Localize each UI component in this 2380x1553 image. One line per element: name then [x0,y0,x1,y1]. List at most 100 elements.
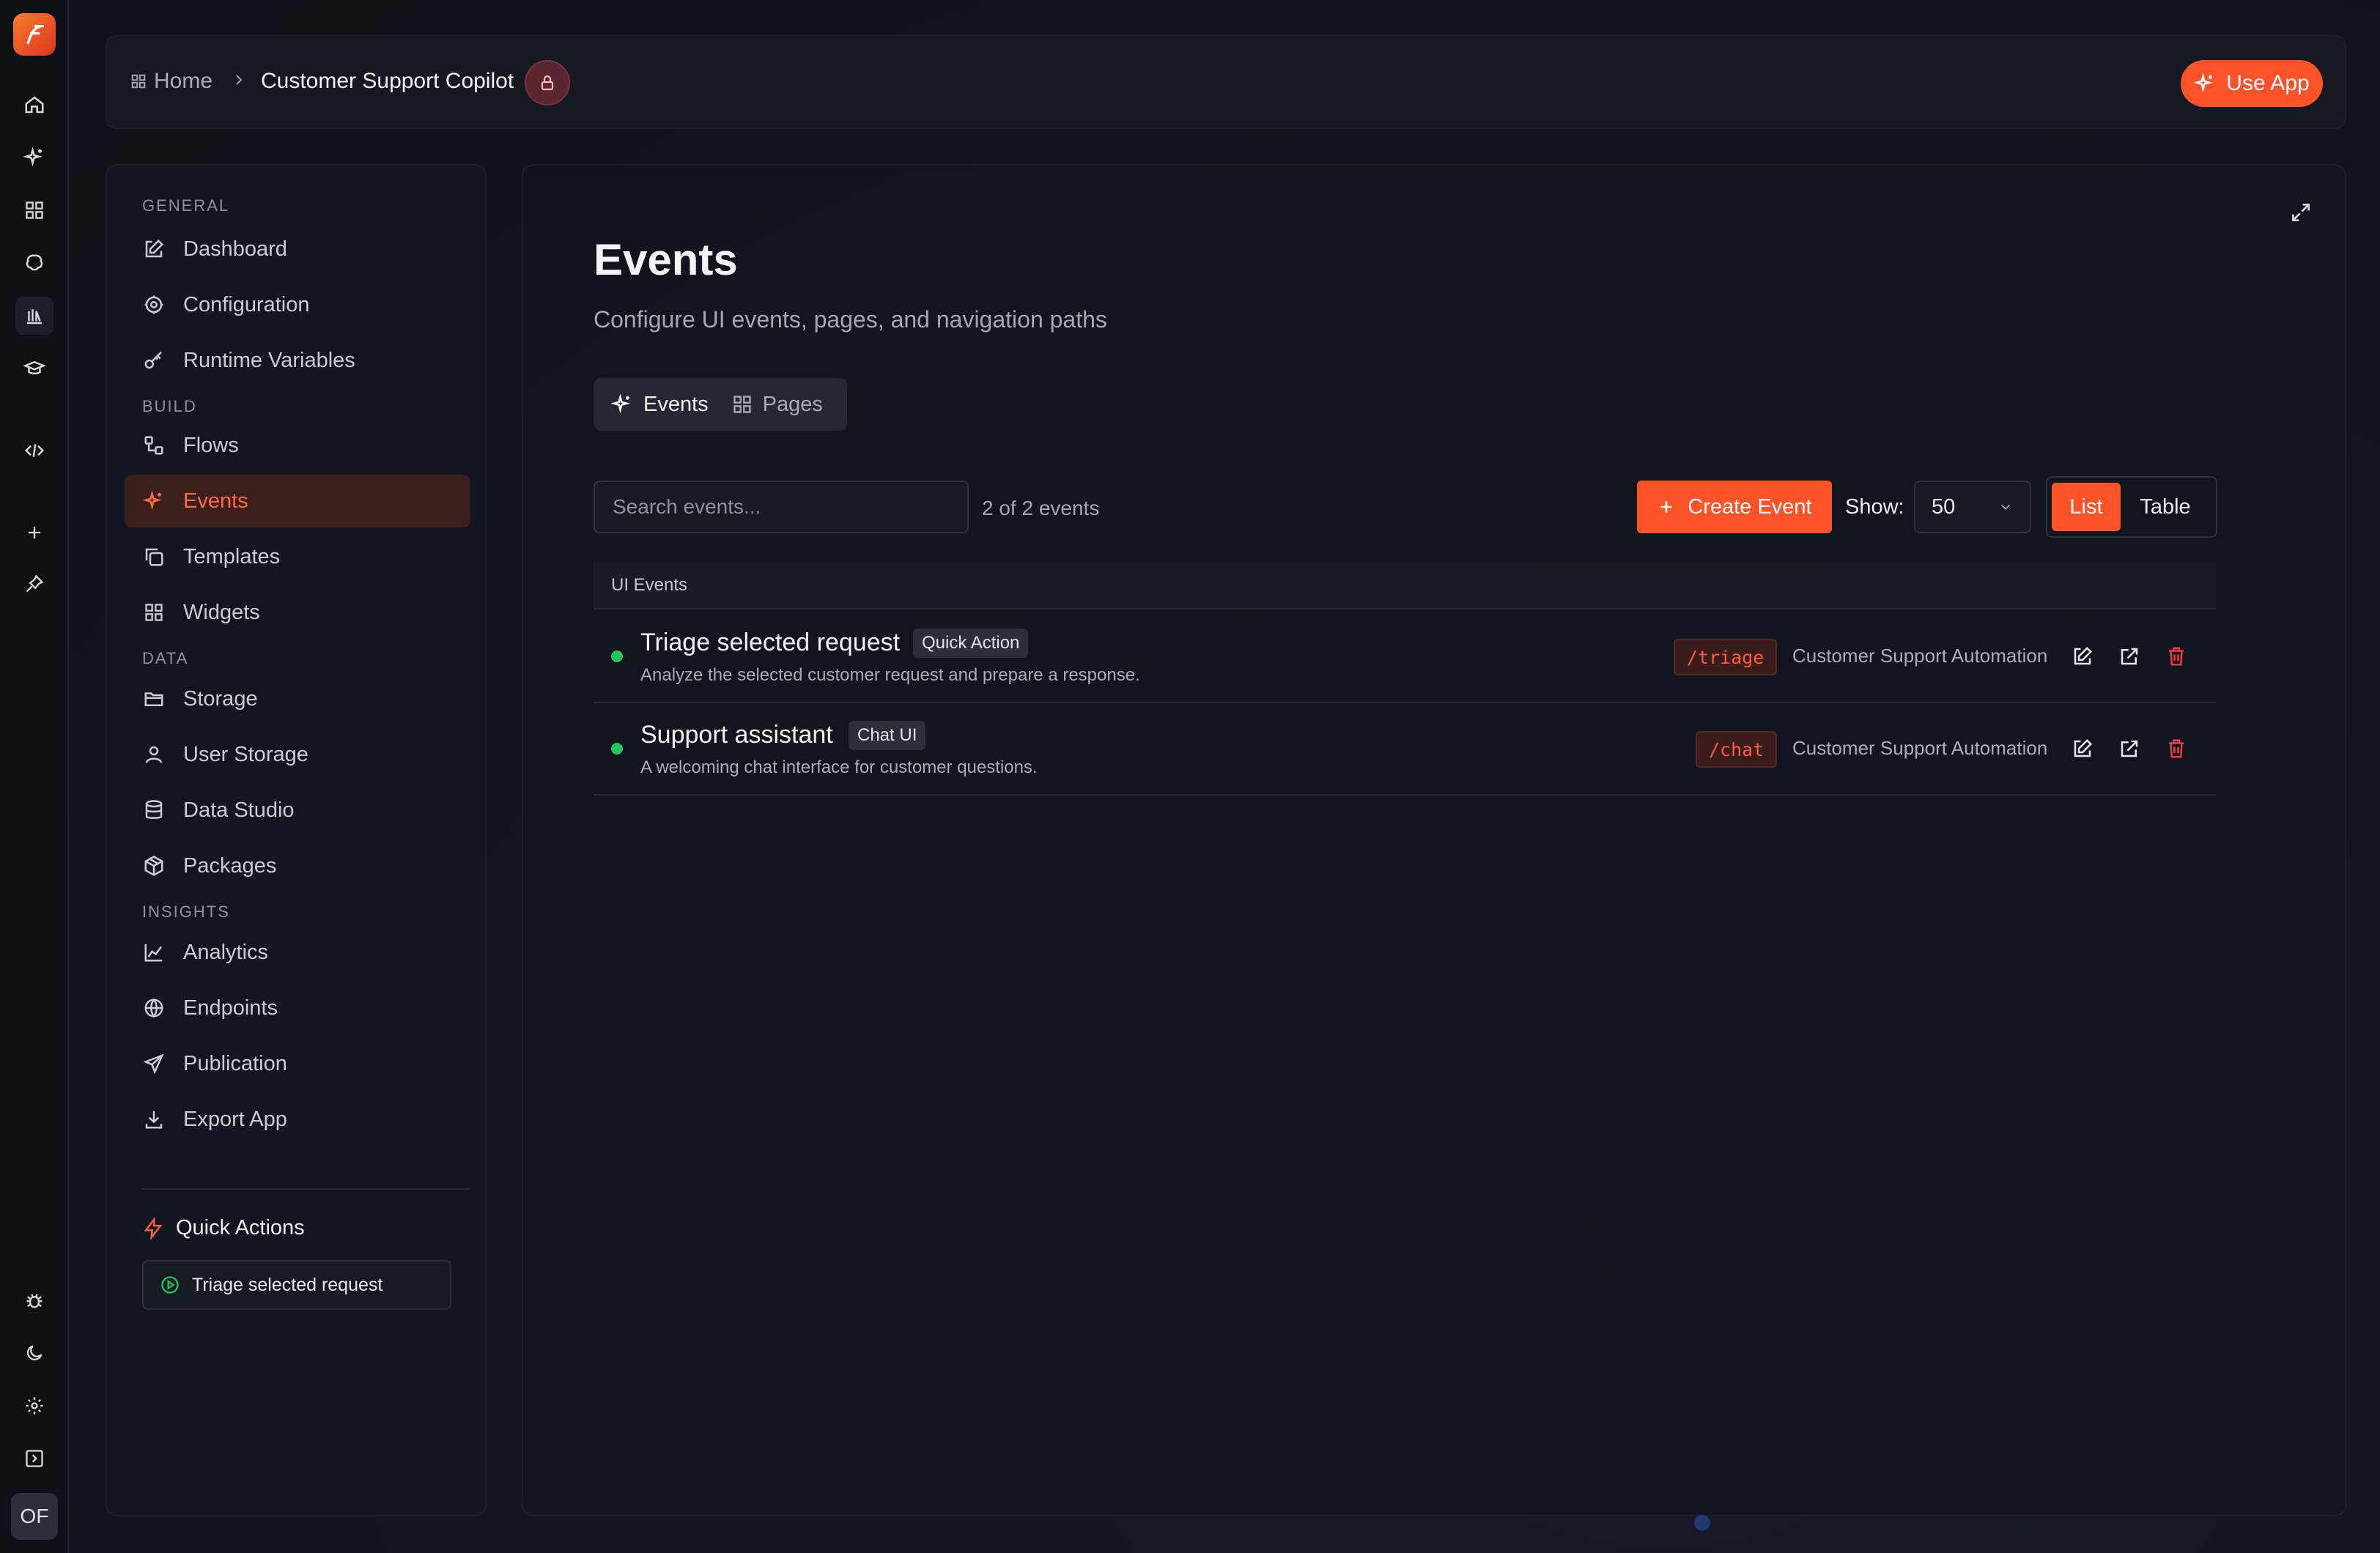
pin-icon[interactable] [15,565,53,603]
sidebar-item-analytics[interactable]: Analytics [125,926,470,979]
sidebar-item-user-storage[interactable]: User Storage [125,728,470,781]
quick-actions-heading: Quick Actions [142,1216,305,1240]
play-circle-icon [160,1275,180,1295]
sidebar-item-widgets[interactable]: Widgets [125,586,470,639]
grid-icon[interactable] [15,191,53,229]
user-icon [142,743,166,766]
event-name: Triage selected request [640,629,901,656]
sidebar-item-data-studio[interactable]: Data Studio [125,784,470,837]
event-name: Support assistant [640,721,833,749]
status-indicator [1694,1515,1710,1531]
view-mode-toggle: List Table [2046,476,2217,538]
gear-icon [142,293,166,316]
tab-pages[interactable]: Pages [720,384,835,425]
lock-icon [541,75,554,91]
bug-icon[interactable] [15,1281,53,1319]
view-table-button[interactable]: Table [2125,483,2206,531]
send-icon [142,1052,166,1075]
lock-button[interactable] [525,60,570,105]
chevron-down-icon [1998,499,2014,515]
table-row[interactable]: Triage selected request Quick Action Ana… [594,611,2216,703]
sidebar-item-runtime-variables[interactable]: Runtime Variables [125,334,470,387]
page-size-select[interactable]: 50 [1914,481,2031,533]
moon-icon[interactable] [15,1334,53,1372]
flows-icon [142,434,166,457]
sparkles-icon[interactable] [15,138,53,177]
sidebar-item-dashboard[interactable]: Dashboard [125,223,470,275]
app-logo[interactable] [13,13,56,56]
use-app-button[interactable]: Use App [2181,60,2323,107]
use-app-label: Use App [2226,71,2310,95]
edit-icon [142,237,166,261]
event-flow: Customer Support Automation [1792,645,2048,667]
event-description: A welcoming chat interface for customer … [640,757,1038,777]
database-icon [142,798,166,822]
chevron-right-icon [230,71,248,89]
sidebar-item-storage[interactable]: Storage [125,672,470,725]
sparkles-icon [142,489,166,513]
expand-icon[interactable] [2289,201,2313,224]
sidebar-divider [142,1188,470,1190]
icon-rail: OF [0,0,69,1553]
quick-action-item[interactable]: Triage selected request [142,1260,451,1310]
copy-icon [142,545,166,568]
sparkles-icon [2194,73,2214,93]
external-link-icon[interactable] [2116,643,2143,670]
trash-icon[interactable] [2163,643,2189,670]
search-input[interactable] [594,481,969,533]
sidebar-item-events[interactable]: Events [125,475,470,527]
event-path: /triage [1674,639,1778,675]
brain-icon[interactable] [15,244,53,282]
home-icon[interactable] [15,86,53,124]
event-description: Analyze the selected customer request an… [640,665,1140,685]
section-label-build: BUILD [142,397,197,415]
chart-icon [142,941,166,964]
plus-icon [1657,497,1676,516]
show-label: Show: [1845,495,1904,519]
view-tabs: Events Pages [594,378,847,431]
table-row[interactable]: Support assistant Chat UI A welcoming ch… [594,703,2216,796]
globe-icon [142,996,166,1020]
code-icon[interactable] [15,431,53,470]
event-path: /chat [1696,731,1778,768]
grid-icon [732,394,753,415]
edit-icon[interactable] [2069,735,2096,762]
sidebar-item-packages[interactable]: Packages [125,839,470,892]
avatar[interactable]: OF [11,1493,58,1540]
top-bar: Home Customer Support Copilot Use App [106,35,2346,129]
grid-icon [130,73,147,89]
grid-icon [142,601,166,624]
sidebar-item-publication[interactable]: Publication [125,1037,470,1090]
sidebar-item-templates[interactable]: Templates [125,530,470,583]
lightning-icon [142,1217,164,1239]
tab-events[interactable]: Events [599,384,720,425]
package-icon [142,854,166,878]
create-event-button[interactable]: Create Event [1637,481,1832,533]
sidebar-item-endpoints[interactable]: Endpoints [125,982,470,1034]
section-label-insights: INSIGHTS [142,902,230,921]
sidebar-item-flows[interactable]: Flows [125,419,470,472]
sidebar-item-export-app[interactable]: Export App [125,1093,470,1146]
breadcrumb-home[interactable]: Home [154,69,212,94]
sparkles-icon [611,393,633,415]
graduation-cap-icon[interactable] [15,349,53,388]
library-icon[interactable] [15,297,53,335]
trash-icon[interactable] [2163,735,2189,762]
page-title: Events [594,235,738,284]
event-count: 2 of 2 events [982,497,1100,519]
panel-toggle-icon[interactable] [15,1439,53,1478]
sidebar-item-configuration[interactable]: Configuration [125,278,470,331]
page-subtitle: Configure UI events, pages, and navigati… [594,306,1107,333]
gear-icon[interactable] [15,1387,53,1425]
view-list-button[interactable]: List [2052,483,2121,531]
edit-icon[interactable] [2069,643,2096,670]
plus-icon[interactable] [15,514,53,552]
table-header: UI Events [594,563,2216,609]
section-label-data: DATA [142,649,189,667]
folder-icon [142,687,166,711]
status-dot [611,651,623,662]
main-panel: Events Configure UI events, pages, and n… [522,164,2346,1516]
breadcrumb-current: Customer Support Copilot [261,69,514,93]
event-type-badge: Quick Action [913,629,1029,658]
external-link-icon[interactable] [2116,735,2143,762]
